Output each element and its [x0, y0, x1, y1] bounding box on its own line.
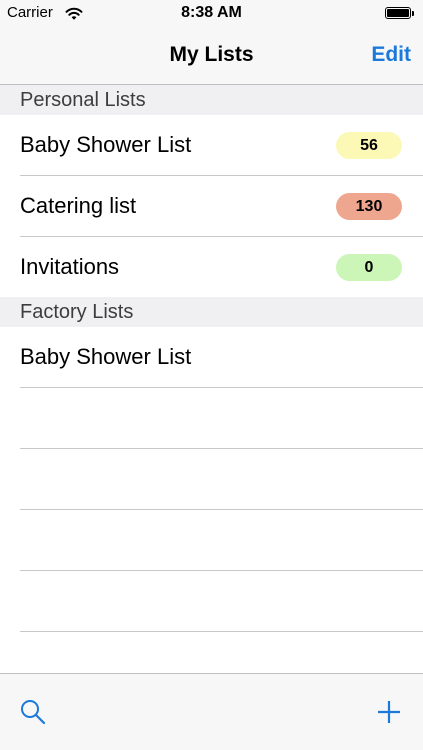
- empty-row: [0, 449, 423, 510]
- item-count-badge: 0: [336, 254, 402, 281]
- empty-row: [0, 571, 423, 632]
- row-separator: [20, 631, 423, 632]
- my-lists-screen: Carrier 8:38 AM My Lists Edit Personal L…: [0, 0, 423, 750]
- battery-shell: [385, 7, 411, 19]
- top-bar: Carrier 8:38 AM My Lists Edit: [0, 0, 423, 85]
- section-header-personal-lists: Personal Lists: [0, 85, 423, 115]
- battery-nub: [412, 11, 414, 16]
- list-row-label: Invitations: [20, 254, 120, 279]
- list-row-factory-baby-shower-list[interactable]: Baby Shower List: [0, 327, 423, 388]
- list-row-label: Baby Shower List: [20, 132, 192, 157]
- section-header-factory-lists: Factory Lists: [0, 297, 423, 327]
- battery-icon: [385, 7, 415, 21]
- battery-fill: [387, 9, 409, 17]
- list-row-label: Catering list: [20, 193, 137, 218]
- list-row-catering-list[interactable]: Catering list 130: [0, 176, 423, 237]
- empty-row: [0, 388, 423, 449]
- list-row-label: Baby Shower List: [20, 344, 192, 369]
- item-count-badge: 130: [336, 193, 402, 220]
- list-row-baby-shower-list[interactable]: Baby Shower List 56: [0, 115, 423, 176]
- search-icon[interactable]: [18, 697, 48, 727]
- bottom-toolbar: [0, 673, 423, 750]
- item-count-badge: 56: [336, 132, 402, 159]
- empty-rows: [0, 388, 423, 632]
- plus-icon[interactable]: [374, 697, 404, 727]
- status-bar: Carrier 8:38 AM: [0, 0, 423, 28]
- list-row-invitations[interactable]: Invitations 0: [0, 237, 423, 297]
- status-time: 8:38 AM: [181, 4, 242, 21]
- lists-table: Personal Lists Baby Shower List 56 Cater…: [0, 85, 423, 673]
- edit-button[interactable]: Edit: [371, 43, 411, 67]
- empty-row: [0, 510, 423, 571]
- page-title: My Lists: [169, 43, 254, 66]
